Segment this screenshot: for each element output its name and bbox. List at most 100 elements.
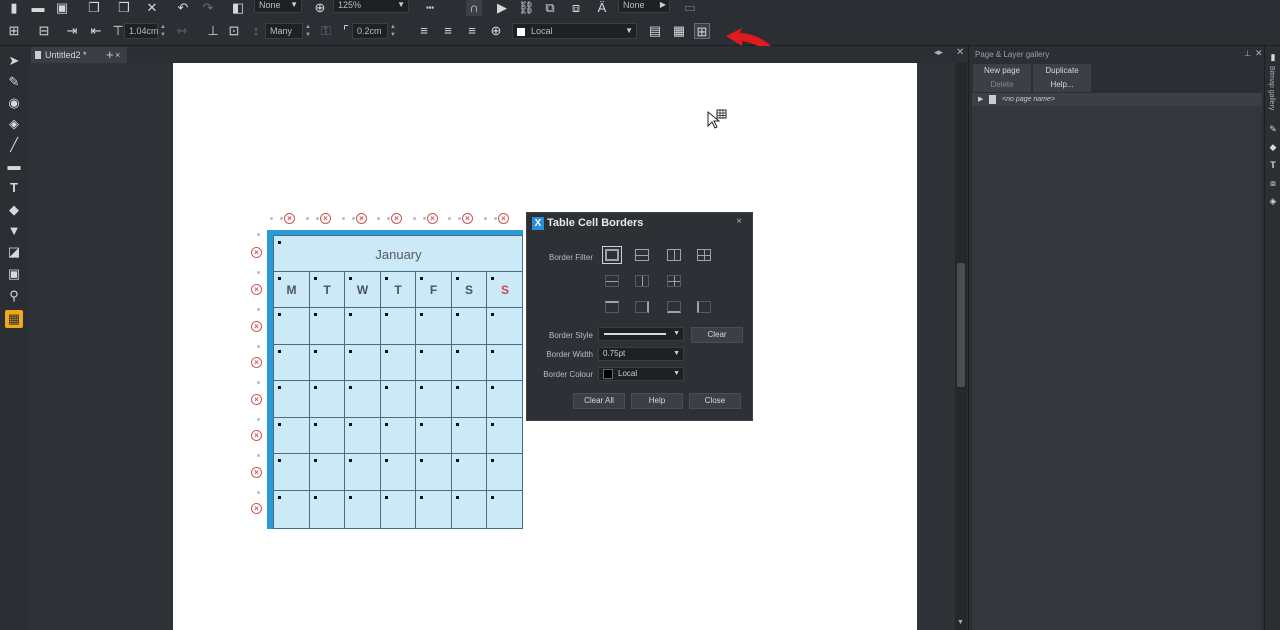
gap-icon[interactable]: ⊥ <box>205 23 221 39</box>
day-header-cell[interactable]: S <box>487 272 523 308</box>
close-tab-icon[interactable]: × <box>115 47 120 63</box>
close-panel-icon[interactable]: ✕ <box>956 47 964 58</box>
scroll-thumb[interactable] <box>957 263 965 387</box>
help-button[interactable]: Help <box>631 393 683 409</box>
date-cell[interactable] <box>487 418 523 454</box>
date-cell[interactable] <box>416 308 452 345</box>
right-border-icon[interactable] <box>635 301 649 313</box>
delete-button[interactable]: Delete <box>973 78 1031 92</box>
dialog-close-icon[interactable]: × <box>736 216 742 227</box>
outer-border-icon[interactable] <box>602 246 622 264</box>
all-borders-icon[interactable] <box>697 249 711 261</box>
date-cell[interactable] <box>452 418 487 454</box>
width-stepper[interactable]: ▲ ▼ <box>159 23 167 39</box>
vertical-scrollbar[interactable]: ▼ <box>955 63 967 630</box>
date-cell[interactable] <box>310 454 345 491</box>
top-border-icon[interactable] <box>605 301 619 313</box>
fill-tool-icon[interactable]: ◆ <box>5 201 23 219</box>
right-combo[interactable]: None ▶ <box>618 0 670 13</box>
local-combo[interactable]: Local ▼ <box>512 23 637 39</box>
row-select-handle[interactable]: × <box>251 284 262 295</box>
rotate-stepper[interactable]: ▲ ▼ <box>389 23 397 39</box>
insert-table-icon[interactable]: ⊞ <box>6 23 22 39</box>
expand-arrow-icon[interactable]: ▶ <box>978 93 983 106</box>
day-header-cell[interactable]: F <box>416 272 452 308</box>
redo-icon[interactable]: ↷ <box>200 0 216 16</box>
day-header-cell[interactable]: T <box>381 272 416 308</box>
freehand-tool-icon[interactable]: ✎ <box>5 73 23 91</box>
delete-icon[interactable]: ✕ <box>144 0 160 16</box>
date-cell[interactable] <box>416 491 452 528</box>
vertical-align-icon[interactable]: ⊕ <box>488 23 504 39</box>
clipart-gallery-icon[interactable]: ◈ <box>1268 196 1278 206</box>
quality-combo[interactable]: None ▼ <box>254 0 302 13</box>
new-page-button[interactable]: New page <box>973 64 1031 78</box>
day-header-cell[interactable]: T <box>310 272 345 308</box>
date-cell[interactable] <box>452 491 487 528</box>
row-select-handle[interactable]: × <box>251 357 262 368</box>
eraser-tool-icon[interactable]: ◈ <box>5 115 23 133</box>
gallery-close-icon[interactable]: ✕ <box>1255 48 1263 59</box>
date-cell[interactable] <box>274 418 310 454</box>
table-tool-icon[interactable]: ▦ <box>5 310 23 328</box>
gap-stepper[interactable]: ▲ ▼ <box>304 23 312 39</box>
date-cell[interactable] <box>381 418 416 454</box>
border-width-combo[interactable]: 0.75pt ▼ <box>598 347 684 361</box>
close-button[interactable]: Close <box>689 393 741 409</box>
date-cell[interactable] <box>487 381 523 418</box>
brush-icon[interactable]: ✎ <box>1268 124 1278 134</box>
date-cell[interactable] <box>310 491 345 528</box>
table-split-icon[interactable]: ⊟ <box>36 23 52 39</box>
rotate-field[interactable]: 0.2cm <box>352 23 388 39</box>
panel-arrows-icon[interactable]: ◂▸ <box>934 47 943 58</box>
panel-toggle-icon[interactable]: ▭ <box>682 0 698 16</box>
open-icon[interactable]: ▬ <box>30 0 46 16</box>
border-style-combo[interactable]: ▼ <box>598 327 684 341</box>
date-cell[interactable] <box>416 381 452 418</box>
column-select-handle[interactable]: × <box>462 213 473 224</box>
date-cell[interactable] <box>310 345 345 381</box>
zoom-combo[interactable]: 125% ▼ <box>333 0 409 13</box>
export-icon[interactable]: ◧ <box>230 0 246 16</box>
paste-icon[interactable]: ❒ <box>116 0 132 16</box>
clear-button[interactable]: Clear <box>691 327 743 343</box>
date-cell[interactable] <box>487 491 523 528</box>
column-select-handle[interactable]: × <box>391 213 402 224</box>
snap-icon[interactable]: ∩ <box>466 0 482 16</box>
text-tool-icon[interactable]: T <box>5 179 23 197</box>
scroll-down-icon[interactable]: ▼ <box>957 619 964 626</box>
date-cell[interactable] <box>452 308 487 345</box>
gallery-tab-icon[interactable]: ▮ <box>1268 52 1278 62</box>
date-cell[interactable] <box>416 345 452 381</box>
inner-all-icon[interactable] <box>667 275 681 287</box>
day-header-cell[interactable]: S <box>452 272 487 308</box>
date-cell[interactable] <box>416 454 452 491</box>
row-select-handle[interactable]: × <box>251 394 262 405</box>
date-cell[interactable] <box>452 381 487 418</box>
clear-all-button[interactable]: Clear All <box>573 393 625 409</box>
text-tool-icon[interactable]: Ä <box>594 0 610 16</box>
merge-icon[interactable]: ⊡ <box>226 23 242 39</box>
column-select-handle[interactable]: × <box>284 213 295 224</box>
column-select-handle[interactable]: × <box>427 213 438 224</box>
date-cell[interactable] <box>310 381 345 418</box>
date-cell[interactable] <box>345 491 381 528</box>
date-cell[interactable] <box>452 345 487 381</box>
date-cell[interactable] <box>345 418 381 454</box>
left-border-icon[interactable] <box>697 301 711 313</box>
column-select-handle[interactable]: × <box>320 213 331 224</box>
date-cell[interactable] <box>310 418 345 454</box>
bitmap-gallery-label[interactable]: Bitmap gallery <box>1268 66 1275 110</box>
border-colour-combo[interactable]: Local ▼ <box>598 367 684 381</box>
date-cell[interactable] <box>310 308 345 345</box>
save-icon[interactable]: ▣ <box>54 0 70 16</box>
date-cell[interactable] <box>345 345 381 381</box>
table-cell-borders-button[interactable]: ⊞ <box>694 23 710 39</box>
date-cell[interactable] <box>416 418 452 454</box>
zoom-tool-icon[interactable]: ⚲ <box>5 287 23 305</box>
undo-icon[interactable]: ↶ <box>175 0 191 16</box>
date-cell[interactable] <box>381 454 416 491</box>
row-select-handle[interactable]: × <box>251 467 262 478</box>
horizontal-lines-icon[interactable] <box>635 249 649 261</box>
calendar-table[interactable]: January MTWTFSS <box>273 235 523 529</box>
